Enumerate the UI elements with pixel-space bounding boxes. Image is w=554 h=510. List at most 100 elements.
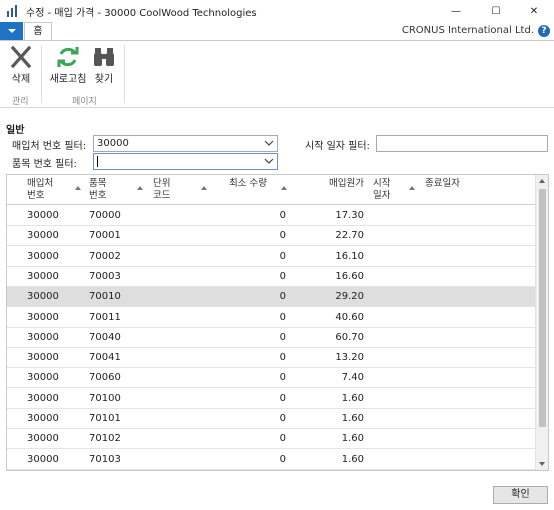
sort-arrow-icon: [201, 186, 207, 190]
cell-min-qty: 0: [279, 291, 286, 303]
cell-direct-cost: 1.60: [341, 453, 364, 465]
cell-direct-cost: 17.30: [335, 210, 364, 221]
cell-item-no: 70040: [89, 331, 121, 343]
table-row[interactable]: 30000 70040 0 60.70: [7, 328, 536, 348]
cell-min-qty: 0: [279, 270, 286, 282]
group-label-page: 페이지: [72, 97, 97, 107]
cell-direct-cost: 16.10: [335, 250, 364, 262]
delete-label: 삭제: [11, 74, 31, 85]
scroll-thumb[interactable]: [539, 189, 546, 427]
cell-min-qty: 0: [279, 230, 286, 242]
refresh-label: 새로고침: [49, 74, 87, 85]
chevron-down-icon[interactable]: [264, 138, 274, 148]
close-icon: ✕: [529, 5, 539, 17]
table-row[interactable]: 30000 70001 0 22.70: [7, 226, 536, 247]
cell-vendor-no: 30000: [27, 453, 59, 465]
cell-item-no: 70100: [89, 392, 121, 404]
minimize-button[interactable]: —: [436, 0, 476, 22]
cell-vendor-no: 30000: [27, 392, 59, 404]
table-row[interactable]: 30000 70002 0 16.10: [7, 247, 536, 267]
text-cursor: [97, 156, 98, 167]
item-filter-label: 품목 번호 필터:: [12, 159, 77, 170]
table-row[interactable]: 30000 70102 0 1.60: [7, 429, 536, 450]
cell-vendor-no: 30000: [27, 413, 59, 424]
table-row[interactable]: 30000 70101 0 1.60: [7, 409, 536, 429]
table-row[interactable]: 30000 70060 0 7.40: [7, 368, 536, 389]
cell-vendor-no: 30000: [27, 311, 59, 323]
ok-button[interactable]: 확인: [493, 486, 548, 504]
vendor-filter-combo[interactable]: 30000: [93, 135, 278, 152]
close-button[interactable]: ✕: [514, 0, 554, 22]
cell-vendor-no: 30000: [27, 230, 59, 242]
cell-min-qty: 0: [279, 352, 286, 364]
cell-item-no: 70103: [89, 453, 121, 465]
refresh-button[interactable]: 새로고침: [48, 43, 88, 85]
col-header-item-no[interactable]: 품목 번호: [89, 178, 106, 202]
cell-direct-cost: 22.70: [335, 230, 364, 242]
cell-min-qty: 0: [279, 210, 286, 221]
ribbon-separator: [124, 45, 125, 103]
help-icon[interactable]: ?: [538, 25, 550, 37]
cell-min-qty: 0: [279, 372, 286, 384]
cell-item-no: 70011: [89, 311, 121, 323]
cell-direct-cost: 29.20: [335, 291, 364, 303]
application-menu-button[interactable]: [0, 22, 23, 40]
table-row[interactable]: 30000 70000 0 17.30: [7, 206, 536, 226]
table-row[interactable]: 30000 70100 0 1.60: [7, 389, 536, 409]
find-button[interactable]: 찾기: [92, 43, 116, 85]
chevron-down-icon[interactable]: [264, 156, 274, 166]
cell-direct-cost: 7.40: [341, 372, 364, 384]
cell-direct-cost: 1.60: [341, 413, 364, 424]
ribbon-tab-strip: 홈 CRONUS International Ltd. ?: [0, 22, 554, 41]
col-header-vendor-no[interactable]: 매입처 번호: [27, 178, 53, 202]
cell-min-qty: 0: [279, 331, 286, 343]
cell-vendor-no: 30000: [27, 433, 59, 445]
cell-vendor-no: 30000: [27, 331, 59, 343]
cell-min-qty: 0: [279, 392, 286, 404]
find-label: 찾기: [94, 74, 114, 85]
col-header-start-date[interactable]: 시작 일자: [373, 178, 390, 202]
cell-item-no: 70101: [89, 413, 121, 424]
sort-arrow-icon: [137, 186, 143, 190]
cell-direct-cost: 1.60: [341, 392, 364, 404]
tab-home[interactable]: 홈: [24, 22, 52, 41]
col-header-unit-code[interactable]: 단위 코드: [153, 178, 170, 202]
cell-item-no: 70060: [89, 372, 121, 384]
vendor-filter-label: 매입처 번호 필터:: [12, 141, 87, 152]
cell-item-no: 70002: [89, 250, 121, 262]
col-header-min-qty[interactable]: 최소 수량: [229, 178, 267, 190]
dropdown-arrow-icon: [8, 29, 16, 33]
cell-item-no: 70102: [89, 433, 121, 445]
item-filter-combo[interactable]: [93, 153, 278, 170]
table-row[interactable]: 300007010401.60: [7, 470, 536, 471]
cell-item-no: 70001: [89, 230, 121, 242]
ribbon: 삭제 관리 새로고침 찾기 페이지: [0, 40, 554, 108]
cell-direct-cost: 16.60: [335, 270, 364, 282]
start-date-filter-input[interactable]: [376, 135, 548, 152]
delete-button[interactable]: 삭제: [6, 43, 36, 85]
scroll-up-icon[interactable]: [539, 179, 545, 183]
table-row[interactable]: 30000 70010 0 29.20: [7, 287, 536, 308]
col-header-end-date[interactable]: 종료일자: [425, 178, 460, 190]
table-row[interactable]: 30000 70103 0 1.60: [7, 450, 536, 470]
vertical-scrollbar[interactable]: [535, 175, 548, 470]
section-title-general: 일반: [6, 125, 25, 136]
table-row[interactable]: 30000 70011 0 40.60: [7, 308, 536, 328]
cell-direct-cost: 60.70: [335, 331, 364, 343]
table-row[interactable]: 30000 70041 0 13.20: [7, 348, 536, 369]
group-label-manage: 관리: [12, 97, 29, 107]
table-row[interactable]: 30000 70003 0 16.60: [7, 267, 536, 287]
binoculars-icon: [92, 45, 116, 69]
cell-item-no: 70000: [89, 210, 121, 221]
maximize-icon: ☐: [491, 5, 501, 17]
app-icon: [6, 4, 20, 18]
window: 수정 - 매입 가격 - 30000 CoolWood Technologies…: [0, 0, 554, 510]
grid-header: 매입처 번호 품목 번호 단위 코드 최소 수량 매입원가 시작 일자 종료일자: [7, 175, 536, 205]
cell-min-qty: 0: [279, 433, 286, 445]
scroll-down-icon[interactable]: [539, 462, 545, 466]
cell-item-no: 70003: [89, 270, 121, 282]
col-header-direct-cost[interactable]: 매입원가: [329, 178, 364, 190]
cell-vendor-no: 30000: [27, 250, 59, 262]
vendor-filter-value: 30000: [97, 138, 129, 149]
maximize-button[interactable]: ☐: [476, 0, 516, 22]
